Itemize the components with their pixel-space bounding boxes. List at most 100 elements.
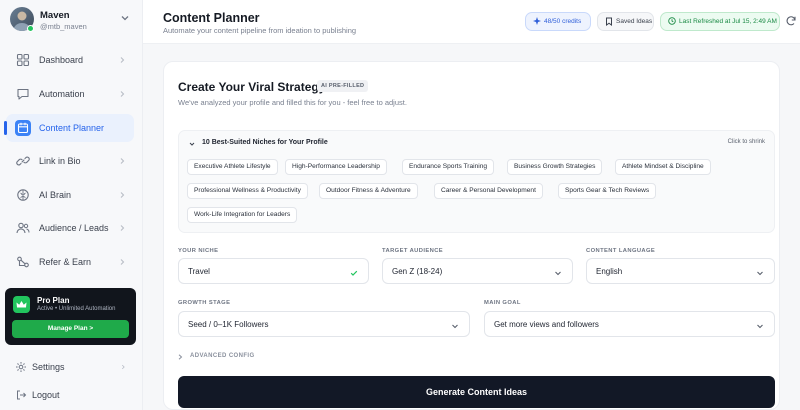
sidebar-item-content-planner[interactable]: Content Planner bbox=[4, 114, 134, 142]
niche-chip[interactable]: High-Performance Leadership bbox=[285, 159, 387, 175]
credits-text: 48/50 credits bbox=[544, 18, 582, 25]
credits-badge[interactable]: 48/50 credits bbox=[525, 12, 591, 31]
niche-label: YOUR NICHE bbox=[178, 248, 219, 254]
online-status-dot bbox=[27, 25, 34, 32]
bookmark-icon bbox=[606, 17, 612, 26]
niche-chip[interactable]: Professional Wellness & Productivity bbox=[187, 183, 308, 199]
sidebar-item-link-in-bio[interactable]: Link in Bio bbox=[6, 147, 134, 175]
main-goal-label: MAIN GOAL bbox=[484, 300, 521, 306]
saved-ideas-button[interactable]: Saved Ideas bbox=[597, 12, 654, 31]
niche-heading: 10 Best-Suited Niches for Your Profile bbox=[202, 139, 328, 146]
growth-stage-value: Seed / 0–1K Followers bbox=[188, 320, 269, 329]
page-header: Content Planner Automate your content pi… bbox=[143, 0, 800, 44]
audience-select[interactable]: Gen Z (18-24) bbox=[382, 258, 573, 284]
language-value: English bbox=[596, 267, 623, 276]
main-goal-select[interactable]: Get more views and followers bbox=[484, 311, 775, 337]
sidebar-item-label: Refer & Earn bbox=[39, 257, 92, 267]
strategy-card: Create Your Viral Strategy AI PRE-FILLED… bbox=[163, 61, 780, 410]
pro-plan-title: Pro Plan bbox=[37, 296, 70, 305]
chevron-right-icon bbox=[120, 57, 125, 63]
clock-icon bbox=[668, 17, 676, 25]
gear-icon bbox=[16, 362, 26, 372]
chevron-right-icon[interactable] bbox=[178, 354, 183, 360]
profile-switcher[interactable]: Maven @mtb_maven bbox=[10, 7, 135, 35]
niche-chip[interactable]: Work-Life Integration for Leaders bbox=[187, 207, 298, 223]
sparkle-icon bbox=[533, 17, 541, 25]
sidebar-item-dashboard[interactable]: Dashboard bbox=[6, 46, 134, 74]
niche-chip[interactable]: Endurance Sports Training bbox=[402, 159, 495, 175]
advanced-config-toggle[interactable]: ADVANCED CONFIG bbox=[190, 353, 255, 359]
page-title: Content Planner bbox=[163, 11, 260, 25]
chevron-down-icon bbox=[121, 16, 129, 21]
logout-label: Logout bbox=[32, 390, 60, 400]
calendar-icon bbox=[15, 120, 31, 136]
active-indicator bbox=[4, 121, 7, 135]
main-content: Content Planner Automate your content pi… bbox=[143, 0, 800, 410]
audience-label: TARGET AUDIENCE bbox=[382, 248, 444, 254]
sidebar-item-label: Content Planner bbox=[39, 123, 105, 133]
chevron-right-icon bbox=[120, 259, 125, 265]
refresh-icon[interactable] bbox=[785, 15, 797, 27]
manage-plan-button[interactable]: Manage Plan > bbox=[12, 320, 129, 338]
shrink-toggle[interactable]: Click to shrink bbox=[728, 139, 765, 145]
niche-chip[interactable]: Outdoor Fitness & Adventure bbox=[319, 183, 418, 199]
niche-suggestions-panel: 10 Best-Suited Niches for Your Profile C… bbox=[178, 130, 775, 233]
generate-ideas-button[interactable]: Generate Content Ideas bbox=[178, 376, 775, 408]
niche-input[interactable]: Travel bbox=[178, 258, 369, 284]
chevron-right-icon bbox=[121, 364, 125, 370]
growth-stage-label: GROWTH STAGE bbox=[178, 300, 231, 306]
chevron-down-icon[interactable] bbox=[189, 141, 195, 147]
logout-button[interactable]: Logout bbox=[15, 387, 135, 403]
users-icon bbox=[16, 222, 30, 234]
sidebar-item-label: Dashboard bbox=[39, 55, 84, 65]
last-refreshed-text: Last Refreshed at Jul 15, 2:49 AM bbox=[679, 18, 777, 25]
profile-handle: @mtb_maven bbox=[40, 22, 87, 31]
sidebar: Maven @mtb_maven Dashboard Automation Co… bbox=[0, 0, 143, 410]
sidebar-item-label: Audience / Leads bbox=[39, 223, 109, 233]
share-icon bbox=[17, 256, 29, 268]
niche-chip[interactable]: Career & Personal Development bbox=[434, 183, 543, 199]
chevron-right-icon bbox=[120, 225, 125, 231]
last-refreshed-badge: Last Refreshed at Jul 15, 2:49 AM bbox=[660, 12, 780, 31]
sidebar-item-settings[interactable]: Settings bbox=[15, 359, 135, 375]
pro-plan-status: Active • Unlimited Automation bbox=[37, 306, 116, 312]
card-subtitle: We've analyzed your profile and filled t… bbox=[178, 98, 407, 107]
sidebar-item-refer-earn[interactable]: Refer & Earn bbox=[6, 248, 134, 276]
growth-stage-select[interactable]: Seed / 0–1K Followers bbox=[178, 311, 470, 337]
audience-value: Gen Z (18-24) bbox=[392, 267, 443, 276]
niche-chip[interactable]: Business Growth Strategies bbox=[507, 159, 603, 175]
saved-ideas-label: Saved Ideas bbox=[616, 18, 653, 25]
chat-icon bbox=[17, 88, 29, 100]
check-icon bbox=[350, 270, 358, 276]
page-subtitle: Automate your content pipeline from idea… bbox=[163, 26, 357, 35]
sidebar-item-label: Automation bbox=[39, 89, 85, 99]
niche-value: Travel bbox=[188, 267, 210, 276]
chevron-right-icon bbox=[120, 91, 125, 97]
chevron-down-icon bbox=[555, 271, 561, 276]
main-goal-value: Get more views and followers bbox=[494, 320, 599, 329]
sidebar-item-ai-brain[interactable]: AI Brain bbox=[6, 181, 134, 209]
link-icon bbox=[16, 156, 30, 166]
brain-icon bbox=[17, 189, 29, 201]
profile-name: Maven bbox=[40, 10, 70, 21]
chevron-down-icon bbox=[757, 324, 763, 329]
niche-chip[interactable]: Executive Athlete Lifestyle bbox=[187, 159, 278, 175]
pro-plan-card: Pro Plan Active • Unlimited Automation M… bbox=[5, 288, 136, 345]
language-select[interactable]: English bbox=[586, 258, 775, 284]
logout-icon bbox=[17, 390, 27, 400]
language-label: CONTENT LANGUAGE bbox=[586, 248, 656, 254]
sidebar-item-audience-leads[interactable]: Audience / Leads bbox=[6, 214, 134, 242]
chevron-right-icon bbox=[120, 192, 125, 198]
crown-icon bbox=[13, 296, 30, 313]
sidebar-item-label: AI Brain bbox=[39, 190, 72, 200]
sidebar-item-label: Settings bbox=[32, 362, 65, 372]
chevron-right-icon bbox=[120, 158, 125, 164]
sidebar-item-automation[interactable]: Automation bbox=[6, 80, 134, 108]
chevron-down-icon bbox=[757, 271, 763, 276]
sidebar-item-label: Link in Bio bbox=[39, 156, 81, 166]
card-title: Create Your Viral Strategy bbox=[178, 80, 326, 94]
ai-prefilled-badge: AI PRE-FILLED bbox=[317, 80, 369, 92]
grid-icon bbox=[16, 53, 30, 67]
niche-chip[interactable]: Athlete Mindset & Discipline bbox=[615, 159, 711, 175]
niche-chip[interactable]: Sports Gear & Tech Reviews bbox=[558, 183, 657, 199]
